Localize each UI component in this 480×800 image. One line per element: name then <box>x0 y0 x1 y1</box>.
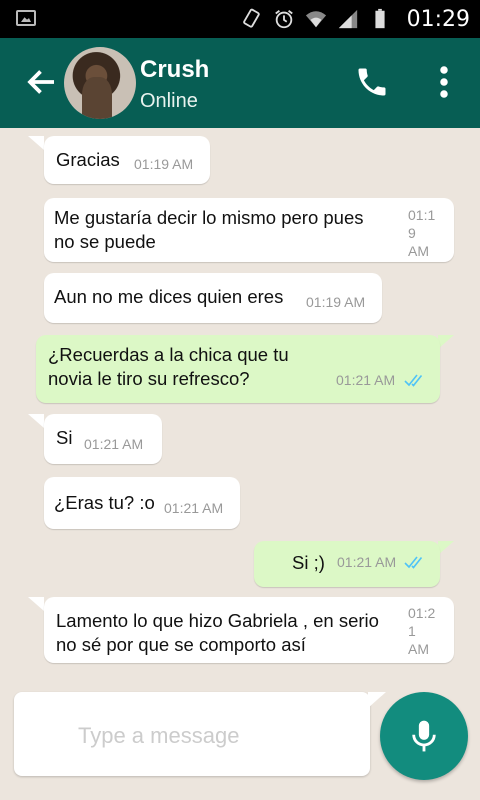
incoming-message[interactable]: Aun no me dices quien eres 01:19 AM <box>44 273 382 323</box>
microphone-icon <box>412 720 436 752</box>
bubble-tail <box>438 335 454 349</box>
incoming-message[interactable]: ¿Eras tu? :o 01:21 AM <box>44 477 240 529</box>
outgoing-message[interactable]: Si ;) 01:21 AM <box>254 541 440 587</box>
bubble-tail <box>28 597 44 611</box>
call-icon[interactable] <box>354 64 390 100</box>
image-notification-icon <box>16 10 36 26</box>
read-receipt-icon <box>404 556 423 569</box>
status-bar: 01:29 <box>0 0 480 38</box>
message-time: 01:19 AM <box>306 294 366 310</box>
contact-status: Online <box>140 90 198 112</box>
incoming-message[interactable]: Gracias 01:19 AM <box>44 136 210 184</box>
message-time: 01:21 AM <box>164 500 224 516</box>
more-options-icon[interactable] <box>430 64 458 100</box>
message-composer <box>14 692 370 776</box>
message-input[interactable] <box>78 716 358 756</box>
message-text: ¿Recuerdas a la chica que tu novia le ti… <box>48 344 289 389</box>
read-receipt-icon <box>404 374 423 387</box>
message-text: Gracias <box>56 149 120 170</box>
mic-button[interactable] <box>380 692 468 780</box>
message-text: Me gustaría decir lo mismo pero pues no … <box>54 207 364 252</box>
message-text: Si ;) <box>292 552 325 573</box>
message-text: Aun no me dices quien eres <box>54 286 284 307</box>
message-time: 01:19 AM <box>134 156 194 172</box>
composer-tail <box>368 692 386 708</box>
message-time: 01:2 1 AM <box>408 605 436 657</box>
incoming-message[interactable]: Me gustaría decir lo mismo pero pues no … <box>44 198 454 262</box>
message-time: 01:21 AM <box>84 436 144 452</box>
bubble-tail <box>28 414 44 428</box>
message-text: Si <box>56 427 73 448</box>
back-arrow-icon[interactable] <box>24 64 60 100</box>
alarm-icon <box>274 10 293 29</box>
chat-header: Crush Online <box>0 38 480 128</box>
incoming-message[interactable]: Lamento lo que hizo Gabriela , en serio … <box>44 597 454 663</box>
message-text: ¿Eras tu? :o <box>54 492 155 513</box>
status-time: 01:29 <box>406 6 470 32</box>
message-time: 01:21 AM <box>337 554 397 570</box>
wifi-icon <box>305 11 326 28</box>
signal-icon <box>338 9 357 29</box>
rotate-icon <box>242 8 260 28</box>
battery-icon <box>375 8 385 29</box>
chat-messages[interactable]: Gracias 01:19 AM Me gustaría decir lo mi… <box>0 128 480 688</box>
outgoing-message[interactable]: ¿Recuerdas a la chica que tu novia le ti… <box>36 335 440 403</box>
message-time: 01:1 9 AM <box>408 207 436 259</box>
bubble-tail <box>28 136 44 150</box>
contact-name[interactable]: Crush <box>140 56 209 84</box>
message-time: 01:21 AM <box>336 372 396 388</box>
incoming-message[interactable]: Si 01:21 AM <box>44 414 162 464</box>
message-text: Lamento lo que hizo Gabriela , en serio … <box>56 610 379 655</box>
bubble-tail <box>438 541 454 555</box>
avatar[interactable] <box>64 47 136 119</box>
